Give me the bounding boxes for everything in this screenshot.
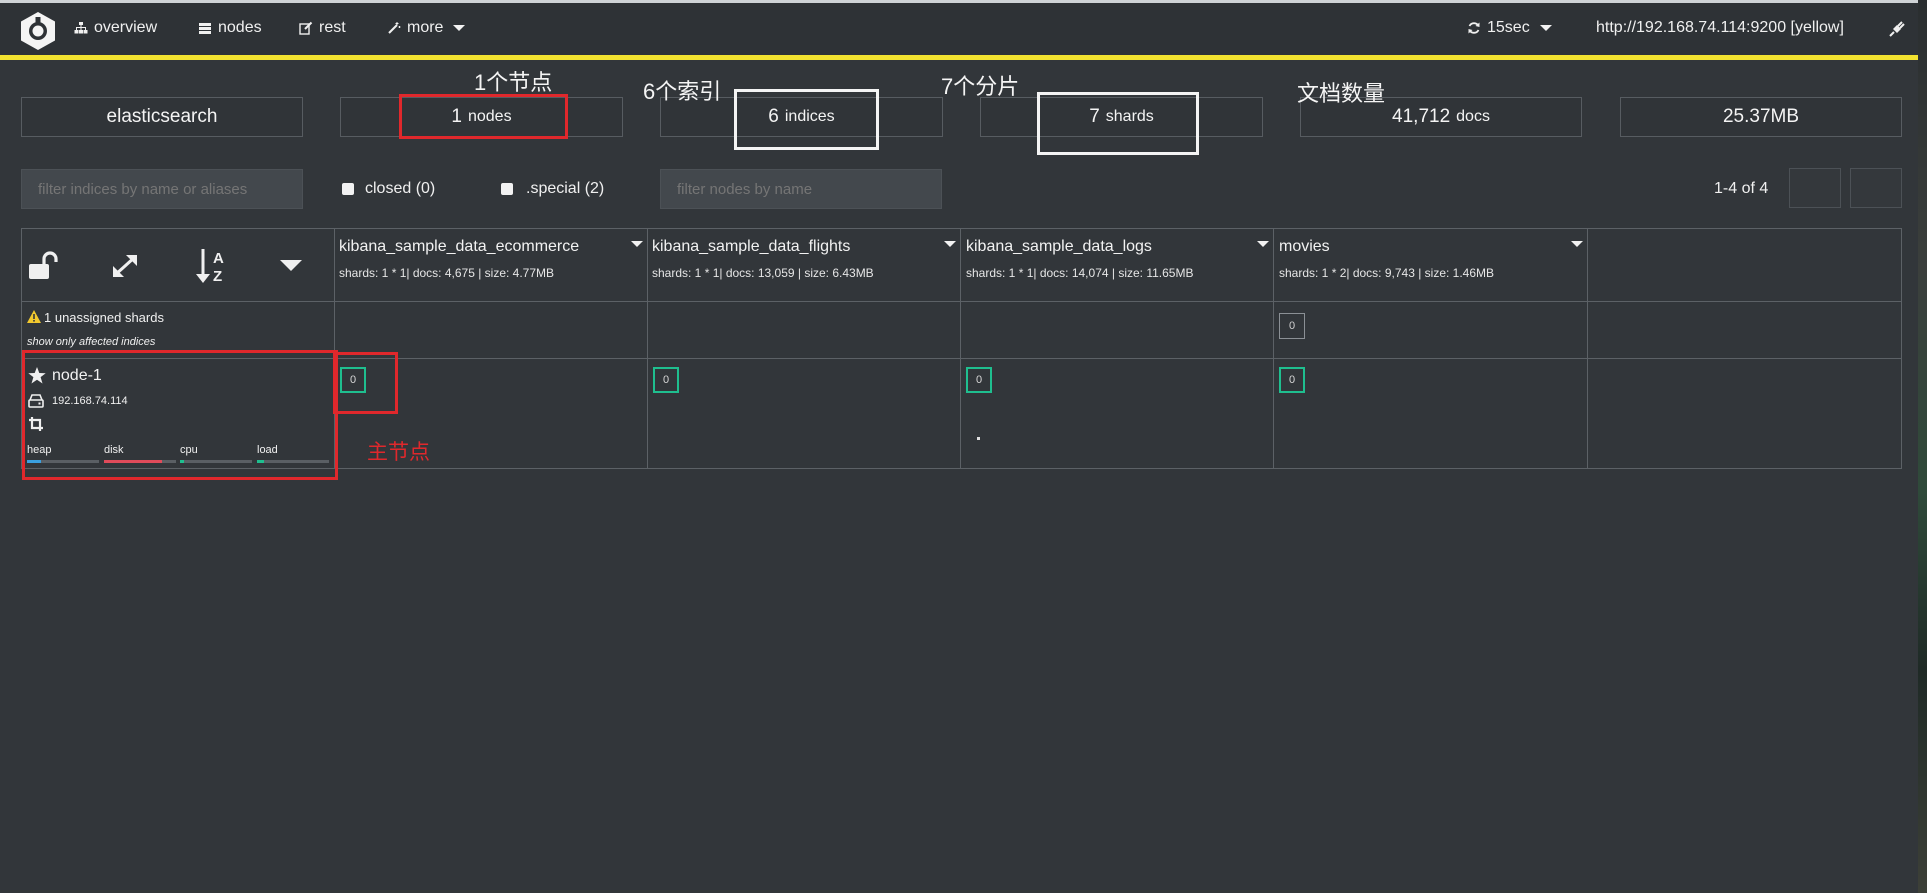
index-menu-caret-icon[interactable]	[631, 241, 643, 247]
grid-border	[1587, 228, 1588, 469]
nav-nodes[interactable]: nodes	[198, 19, 262, 37]
unlock-icon[interactable]	[27, 251, 59, 281]
grid-border	[960, 228, 961, 469]
nav-overview[interactable]: overview	[74, 19, 157, 37]
highlight-box-nodes	[399, 94, 568, 139]
index-name[interactable]: kibana_sample_data_ecommerce	[339, 238, 579, 256]
highlight-box-node	[22, 350, 338, 480]
closed-checkbox-label: closed (0)	[365, 180, 436, 197]
grid-border-right	[1901, 228, 1902, 469]
highlight-box-primary-shard	[333, 352, 398, 414]
stray-dot	[977, 437, 980, 440]
index-name[interactable]: kibana_sample_data_logs	[966, 238, 1152, 256]
previous-page-button[interactable]	[1789, 168, 1841, 208]
grid-border	[21, 301, 1902, 302]
index-info: shards: 1 * 1| docs: 13,059 | size: 6.43…	[652, 266, 874, 280]
nav-more-label: more	[407, 19, 444, 36]
primary-shard[interactable]: 0	[1279, 367, 1305, 393]
special-checkbox-label: .special (2)	[526, 180, 605, 197]
primary-shard[interactable]: 0	[966, 367, 992, 393]
primary-shard[interactable]: 0	[653, 367, 679, 393]
refresh-icon	[1468, 22, 1480, 34]
grid-border	[1273, 228, 1274, 469]
nav-rest-label: rest	[319, 19, 346, 36]
sitemap-icon	[74, 22, 88, 34]
magic-wand-icon	[388, 22, 401, 34]
refresh-interval-label: 15sec	[1487, 19, 1530, 36]
index-name[interactable]: movies	[1279, 238, 1330, 256]
highlight-box-indices	[734, 89, 879, 150]
cluster-name-box: elasticsearch	[21, 97, 303, 137]
index-info: shards: 1 * 1| docs: 4,675 | size: 4.77M…	[339, 266, 555, 280]
grid-border-top	[21, 228, 1902, 229]
index-menu-caret-icon[interactable]	[944, 241, 956, 247]
chevron-down-icon	[453, 25, 466, 31]
special-checkbox[interactable]	[501, 183, 513, 195]
closed-checkbox[interactable]	[342, 183, 354, 195]
index-name[interactable]: kibana_sample_data_flights	[652, 238, 850, 256]
next-page-button[interactable]	[1850, 168, 1902, 208]
nav-rest[interactable]: rest	[299, 19, 346, 37]
filter-nodes-input[interactable]	[660, 169, 942, 209]
annotation-docs: 文档数量	[1297, 81, 1386, 106]
warning-icon	[27, 310, 41, 323]
docs-label: docs	[1456, 108, 1490, 125]
chevron-down-icon	[1539, 25, 1552, 31]
show-affected-indices-link[interactable]: show only affected indices	[27, 336, 155, 348]
index-menu-caret-icon[interactable]	[1571, 241, 1583, 247]
caret-down-icon[interactable]	[280, 260, 302, 271]
pagination-info: 1-4 of 4	[1714, 180, 1769, 197]
cluster-url-label: http://192.168.74.114:9200 [yellow]	[1596, 19, 1844, 36]
index-info: shards: 1 * 2| docs: 9,743 | size: 1.46M…	[1279, 266, 1495, 280]
annotation-indices: 6个索引	[643, 79, 722, 104]
annotation-master-node: 主节点	[367, 441, 430, 464]
cluster-status-bar	[0, 55, 1918, 60]
server-icon	[199, 23, 211, 34]
nav-overview-label: overview	[94, 19, 158, 36]
index-menu-caret-icon[interactable]	[1257, 241, 1269, 247]
annotation-nodes: 1个节点	[474, 70, 553, 95]
expand-icon[interactable]	[110, 252, 140, 280]
svg-text:A: A	[213, 250, 224, 267]
annotation-shards: 7个分片	[941, 74, 1020, 99]
sort-alpha-icon[interactable]: A Z	[196, 247, 230, 285]
filter-indices-input[interactable]	[21, 169, 303, 209]
plug-icon[interactable]	[1888, 21, 1905, 38]
grid-border	[647, 228, 648, 469]
cluster-name: elasticsearch	[106, 106, 218, 127]
cerebro-logo-icon[interactable]	[18, 11, 58, 51]
refresh-interval-dropdown[interactable]: 15sec	[1467, 19, 1552, 37]
unassigned-shards-label: 1 unassigned shards	[44, 310, 164, 325]
highlight-box-shards	[1037, 92, 1199, 155]
cluster-url[interactable]: http://192.168.74.114:9200 [yellow]	[1596, 19, 1844, 37]
total-size: 25.37MB	[1722, 106, 1800, 127]
nav-more-dropdown[interactable]: more	[387, 19, 466, 37]
background-edge	[1918, 0, 1927, 893]
size-stat-box: 25.37MB	[1620, 97, 1902, 137]
index-info: shards: 1 * 1| docs: 14,074 | size: 11.6…	[966, 266, 1194, 280]
unassigned-shard[interactable]: 0	[1279, 313, 1305, 339]
docs-count: 41,712	[1392, 106, 1451, 127]
svg-text:Z: Z	[213, 268, 222, 285]
nav-nodes-label: nodes	[218, 19, 262, 36]
edit-icon	[299, 21, 313, 35]
